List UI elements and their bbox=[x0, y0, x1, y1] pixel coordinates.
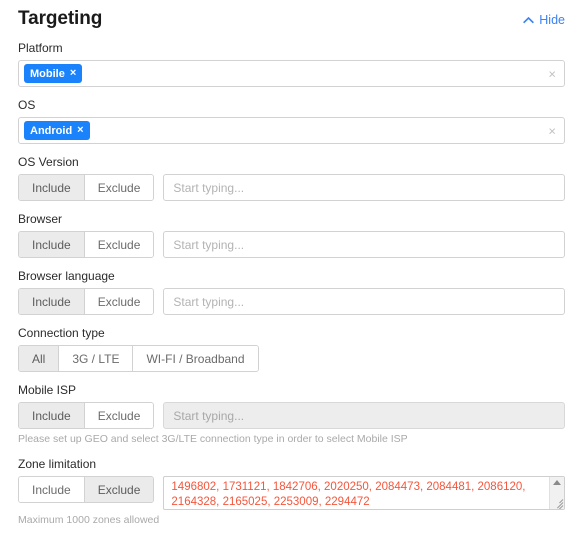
mobile-isp-row: Include Exclude bbox=[18, 402, 565, 429]
page-title: Targeting bbox=[18, 8, 103, 29]
browser-toggle: Include Exclude bbox=[18, 231, 155, 258]
mobile-isp-toggle: Include Exclude bbox=[18, 402, 155, 429]
chip-label: Mobile bbox=[30, 67, 65, 80]
connection-type-label: Connection type bbox=[18, 326, 105, 340]
panel-header: Targeting Hide bbox=[18, 0, 565, 30]
os-version-include-button[interactable]: Include bbox=[19, 175, 85, 200]
field-platform: Platform Mobile × × bbox=[18, 41, 565, 87]
clear-icon[interactable]: × bbox=[548, 124, 556, 137]
browser-language-exclude-button[interactable]: Exclude bbox=[84, 289, 154, 314]
browser-exclude-button[interactable]: Exclude bbox=[84, 232, 154, 257]
mobile-isp-label: Mobile ISP bbox=[18, 383, 77, 397]
field-os: OS Android × × bbox=[18, 98, 565, 144]
field-connection-type: Connection type All 3G / LTE WI-FI / Bro… bbox=[18, 326, 565, 372]
zone-limitation-textarea-wrapper bbox=[163, 476, 565, 510]
os-label: OS bbox=[18, 98, 36, 112]
clear-icon[interactable]: × bbox=[548, 67, 556, 80]
platform-chip-mobile[interactable]: Mobile × bbox=[24, 64, 83, 83]
mobile-isp-input bbox=[163, 402, 565, 429]
os-version-row: Include Exclude bbox=[18, 174, 565, 201]
os-version-label: OS Version bbox=[18, 155, 79, 169]
browser-language-toggle: Include Exclude bbox=[18, 288, 155, 315]
chip-remove-icon[interactable]: × bbox=[77, 125, 83, 136]
browser-language-input[interactable] bbox=[163, 288, 565, 315]
scroll-up-arrow-icon[interactable] bbox=[553, 480, 561, 485]
zone-limitation-exclude-button[interactable]: Exclude bbox=[84, 477, 154, 502]
field-os-version: OS Version Include Exclude bbox=[18, 155, 565, 201]
chip-label: Android bbox=[30, 124, 73, 137]
field-browser-language: Browser language Include Exclude bbox=[18, 269, 565, 315]
field-browser: Browser Include Exclude bbox=[18, 212, 565, 258]
zone-limitation-toggle: Include Exclude bbox=[18, 476, 155, 503]
zone-limitation-label: Zone limitation bbox=[18, 457, 97, 471]
resize-handle-icon[interactable] bbox=[549, 495, 564, 509]
targeting-panel: Targeting Hide Platform Mobile × × OS An… bbox=[0, 0, 583, 548]
os-version-input[interactable] bbox=[163, 174, 565, 201]
zone-limitation-row: Include Exclude bbox=[18, 476, 565, 510]
mobile-isp-include-button[interactable]: Include bbox=[19, 403, 85, 428]
browser-language-include-button[interactable]: Include bbox=[19, 289, 85, 314]
os-select[interactable]: Android × × bbox=[18, 117, 565, 144]
platform-label: Platform bbox=[18, 41, 63, 55]
connection-type-option-all[interactable]: All bbox=[19, 346, 60, 371]
browser-include-button[interactable]: Include bbox=[19, 232, 85, 257]
platform-select[interactable]: Mobile × × bbox=[18, 60, 565, 87]
connection-type-option-3g-lte[interactable]: 3G / LTE bbox=[59, 346, 134, 371]
browser-language-row: Include Exclude bbox=[18, 288, 565, 315]
chip-remove-icon[interactable]: × bbox=[70, 68, 76, 79]
connection-type-row: All 3G / LTE WI-FI / Broadband bbox=[18, 345, 565, 372]
browser-language-label: Browser language bbox=[18, 269, 115, 283]
zone-limitation-note: Maximum 1000 zones allowed bbox=[18, 514, 160, 526]
zone-limitation-include-button[interactable]: Include bbox=[19, 477, 85, 502]
os-version-exclude-button[interactable]: Exclude bbox=[84, 175, 154, 200]
connection-type-option-wifi-broadband[interactable]: WI-FI / Broadband bbox=[133, 346, 258, 371]
field-mobile-isp: Mobile ISP Include Exclude Please set up… bbox=[18, 383, 565, 446]
os-version-toggle: Include Exclude bbox=[18, 174, 155, 201]
browser-label: Browser bbox=[18, 212, 63, 226]
os-chip-android[interactable]: Android × bbox=[24, 121, 90, 140]
browser-input[interactable] bbox=[163, 231, 565, 258]
mobile-isp-exclude-button[interactable]: Exclude bbox=[84, 403, 154, 428]
zone-limitation-textarea[interactable] bbox=[163, 476, 565, 510]
field-zone-limitation: Zone limitation Include Exclude Maximum … bbox=[18, 457, 565, 527]
hide-toggle-link[interactable]: Hide bbox=[523, 8, 565, 27]
mobile-isp-note: Please set up GEO and select 3G/LTE conn… bbox=[18, 433, 408, 445]
hide-label: Hide bbox=[539, 13, 565, 27]
browser-row: Include Exclude bbox=[18, 231, 565, 258]
connection-type-toggle: All 3G / LTE WI-FI / Broadband bbox=[18, 345, 259, 372]
chevron-up-icon bbox=[523, 15, 535, 26]
